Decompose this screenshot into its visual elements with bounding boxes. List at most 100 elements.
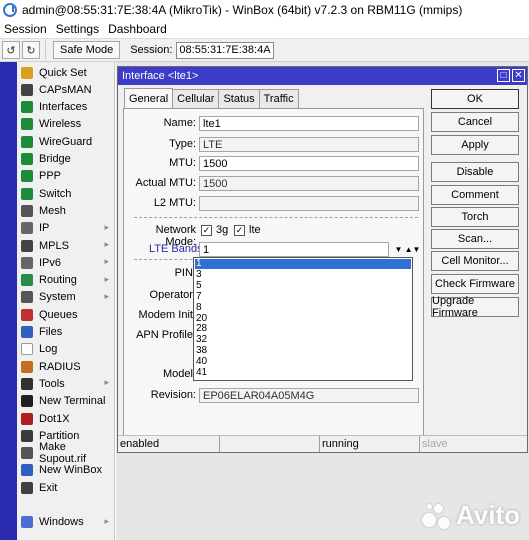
sidebar-item-label: Partition — [39, 429, 80, 442]
sidebar-item-wireless[interactable]: Wireless — [17, 116, 115, 133]
lte-band-option[interactable]: 7 — [195, 291, 411, 302]
windows-icon — [21, 515, 33, 528]
sidebar-item-ppp[interactable]: PPP — [17, 168, 115, 185]
network-mode-3g-checkbox[interactable]: ✓ — [201, 225, 212, 236]
title-bar: admin@08:55:31:7E:38:4A (MikroTik) - Win… — [0, 0, 529, 20]
add-remove-icon[interactable]: ▲▼ — [405, 242, 421, 257]
session-field[interactable]: 08:55:31:7E:38:4A — [176, 41, 274, 59]
tab-status[interactable]: Status — [218, 89, 260, 108]
sidebar-item-label: Wireless — [39, 118, 82, 131]
lte-band-option[interactable]: 3 — [195, 269, 411, 280]
sidebar-item-bridge[interactable]: Bridge — [17, 151, 115, 168]
sidebar-item-routing[interactable]: Routing ▸ — [17, 272, 115, 289]
dialog-title-bar[interactable]: Interface <lte1> □ ✕ — [118, 67, 527, 85]
cancel-button[interactable]: Cancel — [431, 112, 519, 132]
dot1x-icon — [21, 412, 33, 425]
sidebar-item-label: Dot1X — [39, 412, 70, 425]
wireless-icon — [21, 118, 33, 131]
files-icon — [21, 326, 33, 338]
sidebar-item-label: PPP — [39, 170, 62, 183]
tools-icon — [21, 377, 33, 390]
tab-general[interactable]: General — [124, 88, 174, 108]
scan-button[interactable]: Scan... — [431, 229, 519, 249]
safe-mode-button[interactable]: Safe Mode — [53, 41, 121, 59]
network-mode-lte-checkbox[interactable]: ✓ — [234, 225, 245, 236]
revision-field: EP06ELAR04A05M4G — [199, 388, 419, 403]
redo-icon[interactable]: ↻ — [22, 41, 40, 59]
lte-band-option[interactable]: 5 — [195, 280, 411, 291]
sidebar-item-make-supout-rif[interactable]: Make Supout.rif — [17, 441, 115, 465]
menu-dashboard[interactable]: Dashboard — [104, 22, 172, 36]
actual-mtu-field: 1500 — [199, 176, 419, 191]
sidebar-item-label: Switch — [39, 187, 72, 200]
name-field[interactable]: lte1 — [199, 116, 419, 131]
lte-bands-dropdown[interactable]: 1 3 5 7 8 20 28 32 38 40 41 — [193, 257, 413, 381]
sidebar-item-wireguard[interactable]: WireGuard — [17, 133, 115, 150]
lte-band-option[interactable]: 32 — [195, 335, 411, 345]
sidebar-item-tools[interactable]: Tools ▸ — [17, 375, 115, 392]
sidebar-item-label: System — [39, 291, 76, 304]
queues-icon — [21, 308, 33, 321]
tab-strip: General Cellular Status Traffic — [124, 88, 299, 109]
lte-band-option[interactable]: 20 — [195, 313, 411, 324]
chevron-right-icon: ▸ — [104, 290, 109, 301]
sidebar-item-label: CAPsMAN — [39, 83, 92, 96]
disable-button[interactable]: Disable — [431, 162, 519, 182]
sidebar-item-label: New WinBox — [39, 464, 102, 477]
comment-button[interactable]: Comment — [431, 185, 519, 205]
lte-band-option[interactable]: 40 — [195, 357, 411, 367]
apply-button[interactable]: Apply — [431, 135, 519, 155]
quick-set-icon — [21, 66, 33, 79]
status-running: running — [320, 436, 420, 452]
sidebar-item-mesh[interactable]: Mesh — [17, 202, 115, 219]
sidebar-item-switch[interactable]: Switch — [17, 185, 115, 202]
lte-band-option[interactable]: 1 — [195, 259, 411, 269]
sidebar-item-label: Files — [39, 326, 63, 338]
sidebar-item-new-terminal[interactable]: New Terminal — [17, 393, 115, 410]
dropdown-arrow-icon[interactable]: ▼ — [392, 242, 405, 257]
sidebar-item-mpls[interactable]: MPLS ▸ — [17, 237, 115, 254]
lte-band-option[interactable]: 28 — [195, 324, 411, 334]
avito-watermark: Avito — [422, 500, 520, 531]
partition-icon — [21, 429, 33, 442]
menu-settings[interactable]: Settings — [52, 22, 104, 36]
lte-band-option[interactable]: 41 — [195, 368, 411, 378]
tab-cellular[interactable]: Cellular — [172, 89, 220, 108]
sidebar-item-system[interactable]: System ▸ — [17, 289, 115, 306]
mtu-field[interactable]: 1500 — [199, 156, 419, 171]
ppp-icon — [21, 170, 33, 183]
sidebar-item-windows[interactable]: Windows ▸ — [17, 513, 115, 530]
sidebar-item-interfaces[interactable]: Interfaces — [17, 99, 115, 116]
lte-band-option[interactable]: 38 — [195, 346, 411, 356]
l2mtu-label: L2 MTU: — [153, 197, 196, 209]
upgrade-firmware-button[interactable]: Upgrade Firmware — [431, 295, 519, 319]
sidebar-item-quick-set[interactable]: Quick Set — [17, 64, 115, 81]
sidebar-item-radius[interactable]: RADIUS — [17, 358, 115, 375]
sidebar-item-new-winbox[interactable]: New WinBox — [17, 462, 115, 479]
lte-band-option[interactable]: 8 — [195, 302, 411, 313]
check-firmware-button[interactable]: Check Firmware — [431, 274, 519, 294]
sidebar-item-ipv6[interactable]: IPv6 ▸ — [17, 254, 115, 271]
routing-icon — [21, 274, 33, 287]
torch-button[interactable]: Torch — [431, 207, 519, 227]
undo-icon[interactable]: ↺ — [2, 41, 20, 59]
cell-monitor-button[interactable]: Cell Monitor... — [431, 251, 519, 271]
close-icon[interactable]: ✕ — [512, 69, 525, 82]
winbox-app-icon — [3, 3, 17, 17]
maximize-icon[interactable]: □ — [497, 69, 510, 82]
tab-traffic[interactable]: Traffic — [258, 89, 299, 108]
sidebar-item-ip[interactable]: IP ▸ — [17, 220, 115, 237]
pin-label: PIN: — [174, 267, 196, 279]
sidebar-item-queues[interactable]: Queues — [17, 306, 115, 323]
toolbar-divider — [45, 41, 46, 59]
sidebar-item-log[interactable]: Log — [17, 341, 115, 358]
sidebar-item-label: Interfaces — [39, 101, 88, 114]
sidebar-item-capsman[interactable]: CAPsMAN — [17, 81, 115, 98]
ok-button[interactable]: OK — [431, 89, 519, 109]
lte-bands-combo[interactable]: 1 — [199, 242, 389, 257]
sidebar-item-files[interactable]: Files — [17, 324, 115, 341]
sidebar-item-dot1x[interactable]: Dot1X — [17, 410, 115, 427]
menu-session[interactable]: Session — [0, 22, 52, 36]
model-label: Model: — [162, 368, 196, 380]
sidebar-item-exit[interactable]: Exit — [17, 479, 115, 496]
